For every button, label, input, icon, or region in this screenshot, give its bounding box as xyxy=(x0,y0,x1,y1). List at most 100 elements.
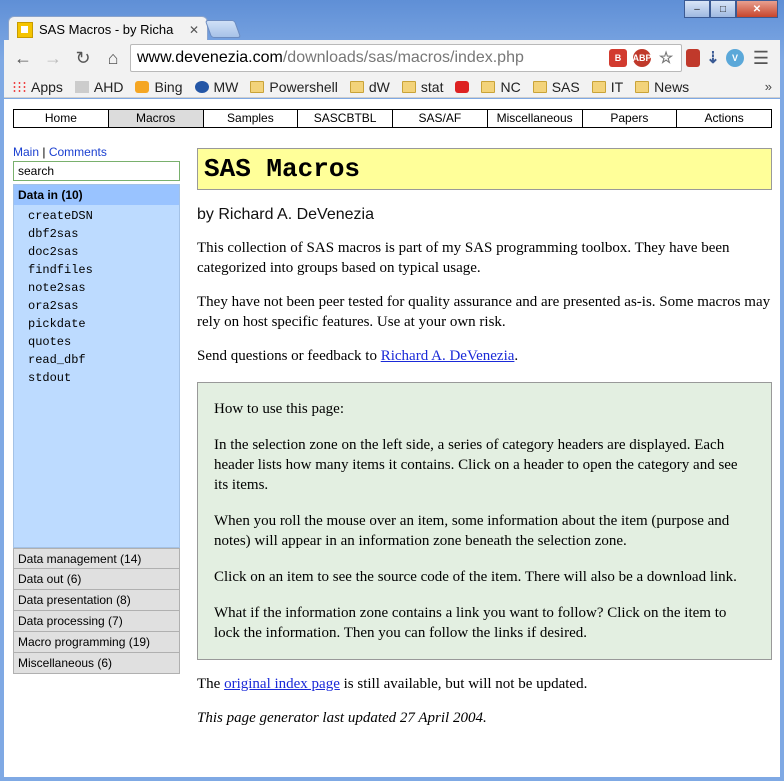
nav-papers[interactable]: Papers xyxy=(582,110,678,127)
nav-samples[interactable]: Samples xyxy=(203,110,299,127)
tab-close-icon[interactable]: ✕ xyxy=(189,23,199,37)
macro-item[interactable]: pickdate xyxy=(28,315,179,333)
howto-heading: How to use this page: xyxy=(214,401,344,417)
page-content: Home Macros Samples SASCBTBL SAS/AF Misc… xyxy=(4,99,780,777)
nav-miscellaneous[interactable]: Miscellaneous xyxy=(487,110,583,127)
mw-icon xyxy=(194,80,209,93)
back-arrow-icon[interactable]: ← xyxy=(10,45,36,71)
macro-item[interactable]: createDSN xyxy=(28,207,179,225)
left-links: Main | Comments xyxy=(13,143,180,161)
folder-icon xyxy=(250,80,265,93)
bookmark-news[interactable]: News xyxy=(635,79,689,95)
category-header-macro-programming[interactable]: Macro programming (19) xyxy=(13,632,180,653)
reload-icon[interactable]: ↻ xyxy=(70,45,96,71)
macro-item[interactable]: findfiles xyxy=(28,261,179,279)
forward-arrow-icon[interactable]: → xyxy=(40,45,66,71)
selection-zone: Main | Comments Data in (10) createDSN d… xyxy=(13,143,180,674)
macro-item[interactable]: doc2sas xyxy=(28,243,179,261)
nav-sas-af[interactable]: SAS/AF xyxy=(393,110,488,127)
bookmark-star-icon[interactable]: ☆ xyxy=(657,49,675,67)
nav-home[interactable]: Home xyxy=(14,110,109,127)
folder-icon xyxy=(481,80,496,93)
site-favicon-icon xyxy=(17,21,33,38)
url-text[interactable]: www.devenezia.com/downloads/sas/macros/i… xyxy=(137,49,603,67)
nav-actions[interactable]: Actions xyxy=(677,110,771,127)
extension-book-icon[interactable] xyxy=(686,49,700,67)
new-tab-button[interactable] xyxy=(204,20,242,38)
original-index-link[interactable]: original index page xyxy=(224,676,340,692)
close-window-button[interactable]: ✕ xyxy=(736,0,778,18)
main-content: SAS Macros by Richard A. DeVenezia This … xyxy=(197,148,772,728)
bookmark-stat[interactable]: stat xyxy=(401,79,443,95)
ahd-icon xyxy=(74,80,89,93)
intro-paragraph: This collection of SAS macros is part of… xyxy=(197,240,730,276)
macro-item[interactable]: note2sas xyxy=(28,279,179,297)
search-input[interactable] xyxy=(13,161,180,181)
bookmark-nc[interactable]: NC xyxy=(481,79,521,95)
bookmarks-overflow-button[interactable]: » xyxy=(765,79,772,94)
macro-item[interactable]: stdout xyxy=(28,369,179,387)
bookmark-bing[interactable]: Bing xyxy=(135,79,183,95)
folder-icon xyxy=(401,80,416,93)
browser-toolbar: ← → ↻ ⌂ www.devenezia.com/downloads/sas/… xyxy=(4,40,780,76)
menu-icon[interactable]: ☰ xyxy=(748,45,774,71)
bookmark-youtube[interactable] xyxy=(455,80,470,93)
nav-macros[interactable]: Macros xyxy=(108,110,204,127)
category-header-data-management[interactable]: Data management (14) xyxy=(13,548,180,569)
extension-v-icon[interactable]: V xyxy=(726,49,744,67)
bing-icon xyxy=(135,80,150,93)
bookmark-sas[interactable]: SAS xyxy=(532,79,580,95)
category-header-data-processing[interactable]: Data processing (7) xyxy=(13,611,180,632)
adblock-icon[interactable]: ABP xyxy=(633,49,652,67)
bookmark-mw[interactable]: MW xyxy=(194,79,238,95)
author-email-link[interactable]: Richard A. DeVenezia xyxy=(381,348,515,364)
home-icon[interactable]: ⌂ xyxy=(100,45,126,71)
bookmark-apps[interactable]: Apps xyxy=(12,79,63,95)
tab-sas-macros[interactable]: SAS Macros - by Richa ✕ xyxy=(8,16,208,42)
tab-strip: SAS Macros - by Richa ✕ xyxy=(8,12,708,42)
bookmarks-bar: Apps AHD Bing MW Powershell dW stat NC S… xyxy=(4,76,780,98)
macro-item[interactable]: read_dbf xyxy=(28,351,179,369)
comments-link[interactable]: Comments xyxy=(49,145,107,159)
category-header-data-in[interactable]: Data in (10) xyxy=(14,185,179,205)
category-data-in: Data in (10) createDSN dbf2sas doc2sas f… xyxy=(13,184,180,548)
site-nav: Home Macros Samples SASCBTBL SAS/AF Misc… xyxy=(13,109,772,128)
link-separator: | xyxy=(42,145,46,159)
browser-window: – □ ✕ SAS Macros - by Richa ✕ ← → ↻ ⌂ ww… xyxy=(0,0,784,781)
how-to-box: How to use this page: In the selection z… xyxy=(197,382,772,660)
folder-icon xyxy=(532,80,547,93)
bookmark-it[interactable]: IT xyxy=(591,79,623,95)
folder-icon xyxy=(591,80,606,93)
address-bar[interactable]: www.devenezia.com/downloads/sas/macros/i… xyxy=(130,44,682,72)
bookmark-ahd[interactable]: AHD xyxy=(74,79,123,95)
howto-paragraph: What if the information zone contains a … xyxy=(214,605,727,641)
apps-grid-icon xyxy=(12,80,26,93)
howto-paragraph: When you roll the mouse over an item, so… xyxy=(214,513,730,549)
original-index-paragraph: The original index page is still availab… xyxy=(197,676,588,692)
tab-title: SAS Macros - by Richa xyxy=(39,22,174,37)
last-updated-note: This page generator last updated 27 Apri… xyxy=(197,710,487,726)
category-header-miscellaneous[interactable]: Miscellaneous (6) xyxy=(13,653,180,674)
category-items: createDSN dbf2sas doc2sas findfiles note… xyxy=(14,205,179,387)
download-icon[interactable]: ⇣ xyxy=(704,49,722,67)
folder-icon xyxy=(349,80,364,93)
feedback-paragraph: Send questions or feedback to Richard A.… xyxy=(197,348,519,364)
nav-sascbtbl[interactable]: SASCBTBL xyxy=(298,110,393,127)
category-header-data-out[interactable]: Data out (6) xyxy=(13,569,180,590)
macro-item[interactable]: dbf2sas xyxy=(28,225,179,243)
page-title: SAS Macros xyxy=(197,148,772,190)
bookmark-dw[interactable]: dW xyxy=(349,79,390,95)
howto-paragraph: Click on an item to see the source code … xyxy=(214,569,737,585)
macro-item[interactable]: ora2sas xyxy=(28,297,179,315)
howto-paragraph: In the selection zone on the left side, … xyxy=(214,437,738,493)
main-link[interactable]: Main xyxy=(13,145,39,159)
category-header-data-presentation[interactable]: Data presentation (8) xyxy=(13,590,180,611)
maximize-button[interactable]: □ xyxy=(710,0,736,18)
bookmark-powershell[interactable]: Powershell xyxy=(250,79,338,95)
folder-icon xyxy=(635,80,650,93)
page-action-icon[interactable]: B xyxy=(609,49,627,67)
macro-item[interactable]: quotes xyxy=(28,333,179,351)
disclaimer-paragraph: They have not been peer tested for quali… xyxy=(197,294,771,330)
author-byline: by Richard A. DeVenezia xyxy=(197,206,374,223)
youtube-icon xyxy=(455,80,470,93)
